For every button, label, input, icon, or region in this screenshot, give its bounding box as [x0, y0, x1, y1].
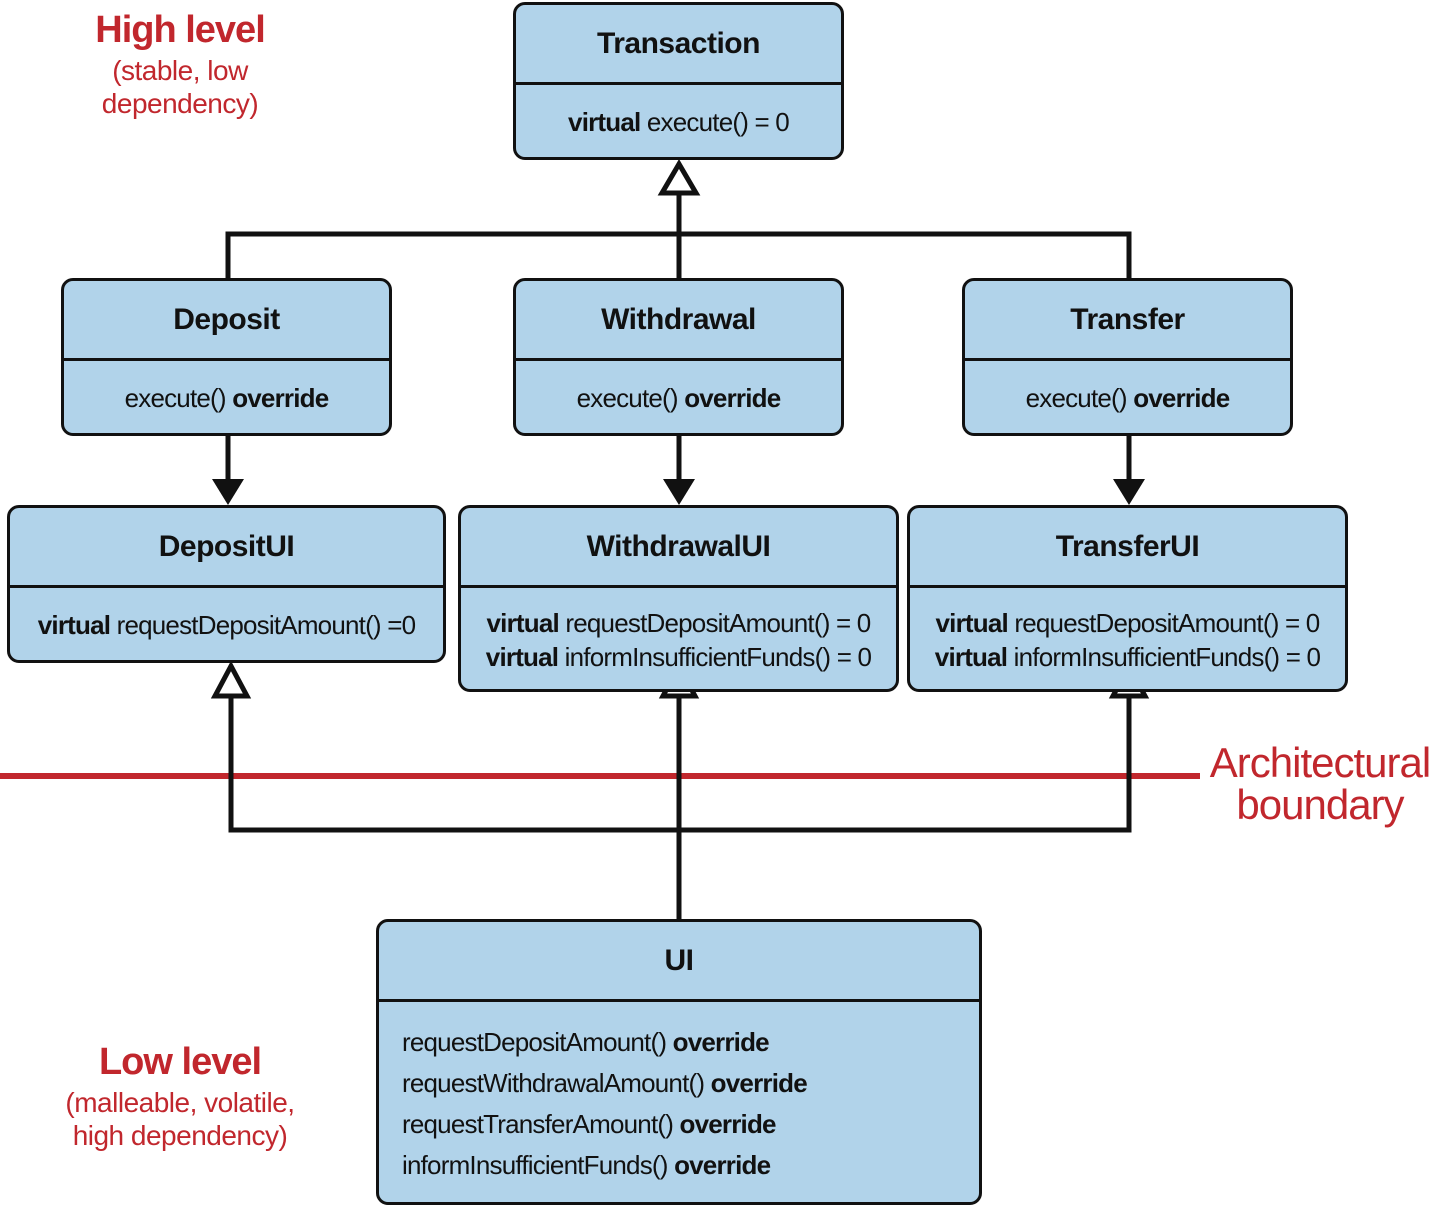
member: execute() override [576, 383, 782, 413]
member: execute() override [1025, 383, 1231, 413]
class-deposit-ui: DepositUI virtual requestDepositAmount()… [7, 505, 446, 663]
class-name: Deposit [64, 281, 389, 361]
class-members: execute() override [965, 361, 1290, 436]
class-name: Transfer [965, 281, 1290, 361]
member: virtual execute() = 0 [568, 107, 790, 137]
architectural-boundary-label: Architectural boundary [1200, 738, 1430, 831]
low-level-label: Low level (malleable, volatile, high dep… [40, 1040, 320, 1153]
low-level-subtitle: (malleable, volatile, high dependency) [65, 1086, 295, 1152]
class-name: Withdrawal [516, 281, 841, 361]
class-transfer: Transfer execute() override [962, 278, 1293, 436]
class-ui: UI requestDepositAmount() override reque… [376, 919, 982, 1205]
member: informInsufficientFunds() override [402, 1149, 771, 1180]
member: requestDepositAmount() override [402, 1026, 770, 1057]
class-members: virtual requestDepositAmount() =0 [10, 588, 443, 663]
class-name: UI [379, 922, 979, 1002]
member: requestWithdrawalAmount() override [402, 1067, 808, 1098]
high-level-label: High level (stable, low dependency) [70, 8, 290, 121]
class-name: TransferUI [910, 508, 1345, 588]
class-members: execute() override [516, 361, 841, 436]
class-deposit: Deposit execute() override [61, 278, 392, 436]
arrowhead-withdrawalui [663, 479, 695, 505]
member: requestTransferAmount() override [402, 1108, 777, 1139]
arrowhead-transferui [1113, 479, 1145, 505]
member: virtual informInsufficientFunds() = 0 [934, 642, 1321, 672]
member: virtual requestDepositAmount() = 0 [486, 608, 872, 638]
transaction-inheritance-connector [225, 192, 1132, 278]
member: virtual requestDepositAmount() =0 [37, 610, 416, 640]
class-withdrawal: Withdrawal execute() override [513, 278, 844, 436]
class-members: requestDepositAmount() override requestW… [379, 1002, 979, 1205]
class-transaction: Transaction virtual execute() = 0 [513, 2, 844, 160]
low-level-title: Low level [98, 1041, 262, 1083]
ui-inheritance-connector [228, 694, 1132, 920]
class-members: virtual requestDepositAmount() = 0 virtu… [910, 588, 1345, 692]
member: virtual informInsufficientFunds() = 0 [485, 642, 872, 672]
class-name: DepositUI [10, 508, 443, 588]
class-withdrawal-ui: WithdrawalUI virtual requestDepositAmoun… [458, 505, 899, 692]
class-members: virtual requestDepositAmount() = 0 virtu… [461, 588, 896, 692]
high-level-subtitle: (stable, low dependency) [101, 54, 259, 120]
high-level-title: High level [95, 9, 266, 51]
member: execute() override [124, 383, 330, 413]
class-name: WithdrawalUI [461, 508, 896, 588]
class-name: Transaction [516, 5, 841, 85]
class-members: execute() override [64, 361, 389, 436]
class-transfer-ui: TransferUI virtual requestDepositAmount(… [907, 505, 1348, 692]
class-members: virtual execute() = 0 [516, 85, 841, 160]
arrowhead-depositui [212, 479, 244, 505]
inheritance-arrowhead-depositui [210, 660, 252, 699]
inheritance-arrowhead-transaction [657, 159, 701, 196]
member: virtual requestDepositAmount() = 0 [935, 608, 1321, 638]
